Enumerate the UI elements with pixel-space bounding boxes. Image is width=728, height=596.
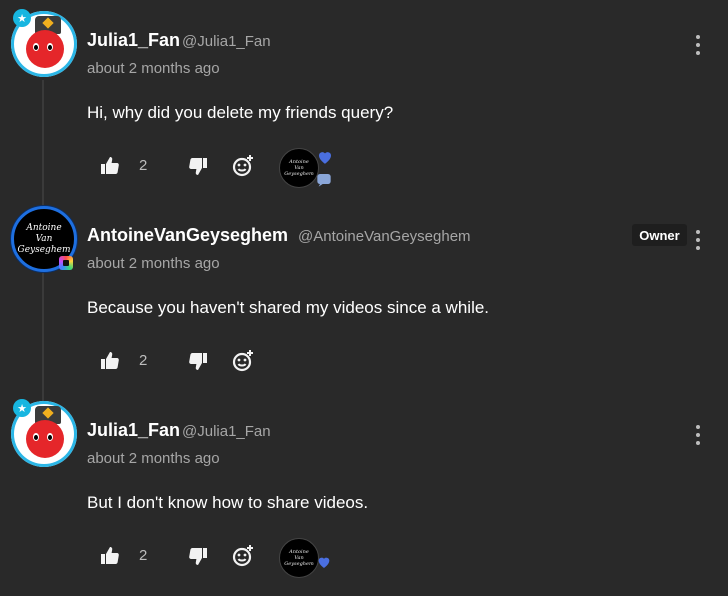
thumbs-down-icon[interactable] [186,349,210,373]
like-count: 2 [139,352,148,369]
avatar[interactable]: ★ [11,399,77,467]
timestamp: about 2 months ago [87,255,220,272]
timestamp: about 2 months ago [87,450,220,467]
comment-text: Hi, why did you delete my friends query? [87,103,394,122]
more-options-icon[interactable] [694,35,702,55]
author-name[interactable]: Julia1_Fan [87,420,180,441]
avatar[interactable]: Antoine Van Geyseghem [11,206,77,272]
comment-text: But I don't know how to share videos. [87,493,369,512]
owner-badge: Owner [632,224,687,246]
more-options-icon[interactable] [694,230,702,250]
comment-text: Because you haven't shared my videos sin… [87,298,490,317]
creator-heart-icon [318,557,330,568]
thumbs-up-icon[interactable] [98,544,122,568]
avatar[interactable]: ★ [11,9,77,77]
supporter-badge-icon: ★ [13,399,31,417]
thumbs-up-icon[interactable] [98,349,122,373]
author-name[interactable]: Julia1_Fan [87,30,180,51]
author-handle[interactable]: @Julia1_Fan [182,33,271,50]
creator-avatar: Antoine Van Geyseghem [279,538,319,578]
thumbs-up-icon[interactable] [98,154,122,178]
thumbs-down-icon[interactable] [186,154,210,178]
creator-heart-icon [319,152,331,164]
author-handle[interactable]: @Julia1_Fan [182,423,271,440]
comment-actions: 2 Antoine Van Geyseghem [0,140,728,196]
more-options-icon[interactable] [694,425,702,445]
comment-actions: 2 Antoine Van Geyseghem [0,530,728,586]
like-count: 2 [139,157,148,174]
add-reaction-icon[interactable] [231,544,255,568]
author-name[interactable]: AntoineVanGeyseghem [87,225,288,246]
add-reaction-icon[interactable] [231,349,255,373]
creator-avatar: Antoine Van Geyseghem [279,148,319,188]
comment: Antoine Van Geyseghem AntoineVanGeyseghe… [0,195,728,390]
supporter-badge-icon: ★ [13,9,31,27]
add-reaction-icon[interactable] [231,154,255,178]
like-count: 2 [139,547,148,564]
comment: ★ Julia1_Fan @Julia1_Fan about 2 months … [0,390,728,585]
member-badge-icon [59,256,73,270]
thumbs-down-icon[interactable] [186,544,210,568]
comment: ★ Julia1_Fan @Julia1_Fan about 2 months … [0,0,728,195]
timestamp: about 2 months ago [87,60,220,77]
author-handle[interactable]: @AntoineVanGeyseghem [298,228,471,245]
creator-replied-icon [317,174,331,187]
comment-actions: 2 [0,335,728,391]
